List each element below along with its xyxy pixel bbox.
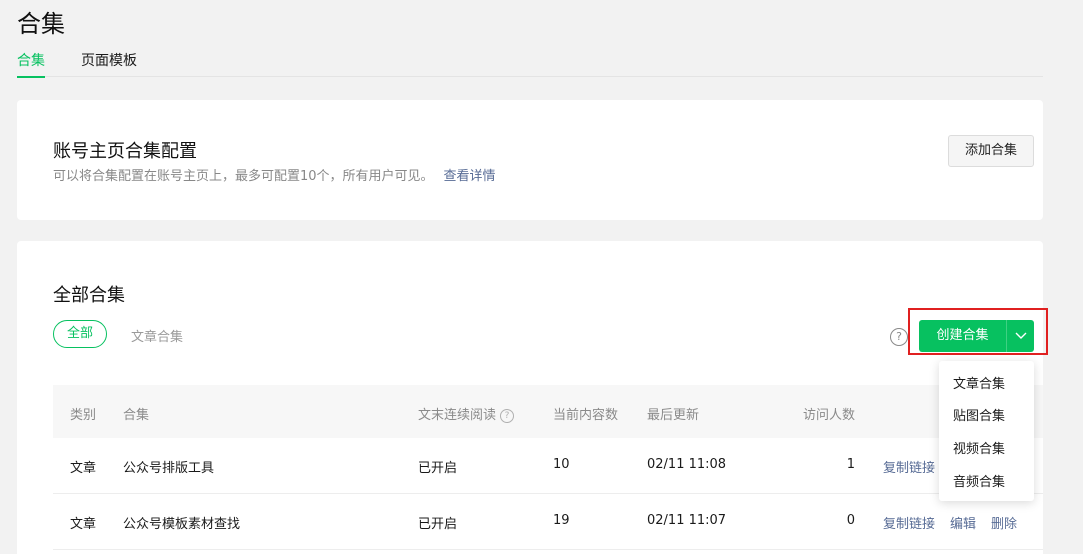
- row-type: 文章: [70, 461, 97, 476]
- copy-link-button[interactable]: 复制链接: [883, 513, 935, 532]
- row-continuous-reading: 已开启: [418, 517, 458, 532]
- header-collection: 合集: [123, 408, 150, 423]
- delete-button[interactable]: 删除: [991, 513, 1017, 532]
- table-row: 文章 公众号排版工具 已开启 10 02/11 11:08 1 复制链接 编辑 …: [53, 438, 1043, 494]
- page-title: 合集: [17, 10, 65, 38]
- row-last-updated: 02/11 11:08: [647, 457, 727, 472]
- row-content-count: 10: [553, 457, 570, 472]
- header-continuous-reading: 文末连续阅读?: [418, 404, 515, 423]
- tab-page-template[interactable]: 页面模板: [81, 52, 137, 77]
- config-description-text: 可以将合集配置在账号主页上，最多可配置10个，所有用户可见。: [53, 169, 434, 184]
- all-collections-title: 全部合集: [53, 285, 125, 306]
- question-circle-icon[interactable]: ?: [500, 409, 515, 423]
- filter-all-pill[interactable]: 全部: [53, 320, 107, 348]
- add-collection-button[interactable]: 添加合集: [948, 135, 1034, 167]
- filter-article-collection[interactable]: 文章合集: [131, 326, 183, 345]
- edit-button[interactable]: 编辑: [950, 513, 976, 532]
- header-continuous-reading-label: 文末连续阅读: [418, 408, 497, 423]
- row-content-count: 19: [553, 513, 570, 528]
- row-visitors: 1: [846, 457, 855, 472]
- header-content-count: 当前内容数: [553, 408, 619, 423]
- row-type: 文章: [70, 517, 97, 532]
- table-row: 文章 公众号模板素材查找 已开启 19 02/11 11:07 0 复制链接 编…: [53, 494, 1043, 550]
- tab-collection[interactable]: 合集: [17, 52, 45, 78]
- question-circle-icon[interactable]: ?: [890, 328, 908, 346]
- config-title: 账号主页合集配置: [53, 141, 197, 162]
- homepage-collection-config-card: 账号主页合集配置 可以将合集配置在账号主页上，最多可配置10个，所有用户可见。查…: [17, 100, 1043, 220]
- all-collections-card: 全部合集 全部 文章合集 ? 创建合集 类别 合集 文末连续阅读? 当前内容数 …: [17, 241, 1048, 554]
- menu-item-video-collection[interactable]: 视频合集: [953, 438, 1005, 457]
- view-details-link[interactable]: 查看详情: [444, 169, 496, 184]
- tab-bar: 合集 页面模板: [17, 52, 1043, 78]
- menu-item-image-collection[interactable]: 贴图合集: [953, 405, 1005, 424]
- row-collection-name: 公众号模板素材查找: [123, 517, 241, 532]
- header-last-updated: 最后更新: [647, 408, 700, 423]
- row-visitors: 0: [846, 513, 855, 528]
- menu-item-audio-collection[interactable]: 音频合集: [953, 471, 1005, 490]
- header-type: 类别: [70, 408, 97, 423]
- row-continuous-reading: 已开启: [418, 461, 458, 476]
- row-last-updated: 02/11 11:07: [647, 513, 727, 528]
- config-description: 可以将合集配置在账号主页上，最多可配置10个，所有用户可见。 查看详情: [53, 165, 496, 184]
- create-dropdown-toggle[interactable]: [1006, 320, 1034, 352]
- copy-link-button[interactable]: 复制链接: [883, 457, 935, 476]
- table-header: 类别 合集 文末连续阅读? 当前内容数 最后更新 访问人数: [53, 385, 1043, 438]
- header-visitors: 访问人数: [802, 408, 855, 423]
- create-collection-menu: 文章合集 贴图合集 视频合集 音频合集: [939, 361, 1034, 501]
- create-collection-button[interactable]: 创建合集: [919, 320, 1006, 352]
- chevron-down-icon: [1015, 332, 1027, 339]
- menu-item-article-collection[interactable]: 文章合集: [953, 373, 1005, 392]
- row-collection-name: 公众号排版工具: [123, 461, 215, 476]
